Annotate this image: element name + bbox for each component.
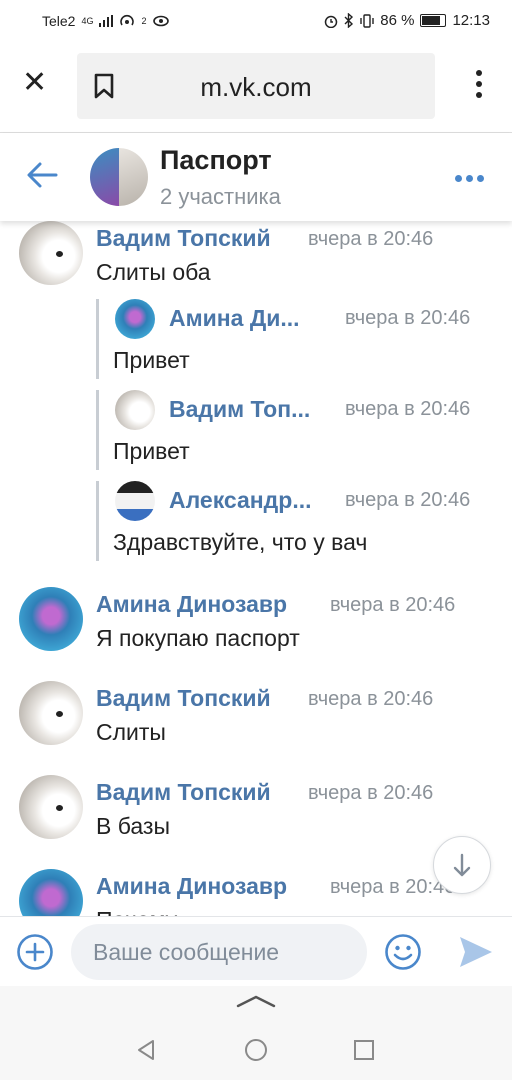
message-list[interactable]: Вадим Топский вчера в 20:46 Слиты оба Ам… — [0, 221, 512, 916]
nav-back-icon[interactable] — [134, 1038, 158, 1062]
chat-title[interactable]: Паспорт — [160, 145, 272, 176]
nav-recents-icon[interactable] — [352, 1038, 376, 1062]
address-bar[interactable]: m.vk.com — [77, 53, 435, 119]
forwarded-time: вчера в 20:46 — [345, 307, 471, 329]
forwarded-message[interactable]: Вадим Топ... вчера в 20:46 Привет — [96, 390, 499, 470]
forwarded-text: Здравствуйте, что у вач — [113, 529, 368, 555]
carrier-label: Tele2 — [42, 13, 76, 29]
chat-header: Паспорт 2 участника — [0, 133, 512, 221]
avatar[interactable] — [19, 775, 83, 839]
forwarded-author[interactable]: Александр... — [169, 487, 312, 514]
message-text: Слиты — [96, 719, 166, 745]
system-navigation-bar — [0, 986, 512, 1080]
eye-icon — [152, 15, 169, 27]
avatar[interactable] — [19, 869, 83, 916]
browser-toolbar: ✕ m.vk.com — [0, 40, 512, 133]
avatar[interactable] — [115, 299, 155, 339]
battery-percent: 86 % — [380, 12, 415, 29]
forwarded-author[interactable]: Амина Ди... — [169, 305, 300, 332]
forwarded-message[interactable]: Александр... вчера в 20:46 Здравствуйте,… — [96, 481, 499, 561]
scroll-down-button[interactable] — [433, 836, 491, 894]
message-author[interactable]: Вадим Топский — [96, 685, 271, 712]
chat-members-count[interactable]: 2 участника — [160, 184, 281, 210]
signal-icon — [99, 15, 114, 27]
send-icon[interactable] — [458, 935, 494, 969]
forwarded-time: вчера в 20:46 — [345, 489, 471, 511]
message-time: вчера в 20:46 — [308, 688, 434, 710]
vibrate-icon — [360, 13, 374, 28]
avatar[interactable] — [115, 481, 155, 521]
alarm-icon — [325, 15, 338, 28]
clock: 12:13 — [452, 12, 490, 29]
bluetooth-icon — [344, 13, 354, 28]
message-time: вчера в 20:46 — [308, 228, 434, 250]
hotspot-icon — [120, 14, 135, 26]
message-input-placeholder: Ваше сообщение — [93, 939, 280, 965]
message-time: вчера в 20:46 — [330, 594, 456, 616]
avatar[interactable] — [19, 587, 83, 651]
avatar[interactable] — [115, 390, 155, 430]
scroll-down-icon[interactable] — [434, 837, 490, 893]
chevron-up-icon[interactable] — [236, 994, 276, 1008]
message-composer: Ваше сообщение — [0, 916, 512, 987]
forwarded-message[interactable]: Амина Ди... вчера в 20:46 Привет — [96, 299, 499, 379]
message-text: Слиты оба — [96, 259, 211, 285]
hotspot-users: 2 — [141, 16, 147, 26]
forwarded-text: Привет — [113, 438, 190, 464]
message-text: Я покупаю паспорт — [96, 625, 300, 651]
nav-home-icon[interactable] — [244, 1038, 268, 1062]
url-text[interactable]: m.vk.com — [77, 72, 435, 103]
message-author[interactable]: Вадим Топский — [96, 225, 271, 252]
forwarded-time: вчера в 20:46 — [345, 398, 471, 420]
message-text: Почему — [96, 907, 177, 916]
message-input[interactable]: Ваше сообщение — [71, 924, 367, 980]
message-text: В базы — [96, 813, 170, 839]
forwarded-author[interactable]: Вадим Топ... — [169, 396, 310, 423]
more-horiz-icon[interactable] — [455, 175, 484, 182]
forwarded-text: Привет — [113, 347, 190, 373]
message-author[interactable]: Амина Динозавр — [96, 591, 287, 618]
avatar[interactable] — [19, 681, 83, 745]
close-icon[interactable]: ✕ — [22, 68, 47, 98]
battery-icon — [420, 14, 447, 27]
network-type: 4G — [81, 16, 94, 26]
message-time: вчера в 20:46 — [308, 782, 434, 804]
message-author[interactable]: Вадим Топский — [96, 779, 271, 806]
avatar[interactable] — [19, 221, 83, 285]
emoji-icon[interactable] — [384, 933, 422, 971]
back-arrow-icon[interactable] — [26, 161, 58, 189]
message-author[interactable]: Амина Динозавр — [96, 873, 287, 900]
add-attachment-icon[interactable] — [16, 933, 54, 971]
chat-avatar[interactable] — [90, 148, 148, 206]
more-vert-icon[interactable] — [476, 70, 482, 103]
status-bar: Tele2 4G 2 86 % 12:13 — [0, 0, 512, 40]
